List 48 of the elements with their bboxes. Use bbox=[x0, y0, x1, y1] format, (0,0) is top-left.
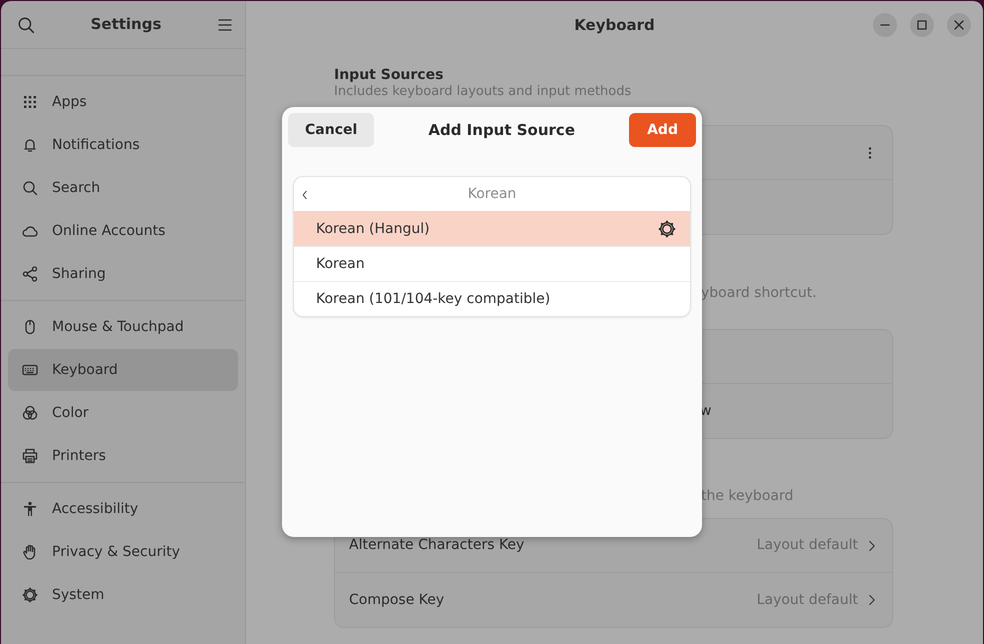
sidebar-item[interactable]: Apps bbox=[8, 81, 238, 123]
close-button[interactable] bbox=[947, 13, 971, 37]
gear-icon[interactable] bbox=[658, 220, 676, 238]
gear-icon bbox=[22, 587, 38, 603]
search-icon bbox=[22, 180, 38, 196]
sidebar-item[interactable]: Printers bbox=[8, 435, 238, 477]
sidebar-item[interactable]: Color bbox=[8, 392, 238, 434]
sidebar-item[interactable]: Notifications bbox=[8, 124, 238, 166]
bell-icon bbox=[22, 137, 38, 153]
apps-grid-icon bbox=[22, 94, 38, 110]
search-icon[interactable] bbox=[17, 16, 35, 34]
color-circles-icon bbox=[22, 405, 38, 421]
row-label: Alternate Characters Key bbox=[349, 536, 524, 556]
sidebar-item[interactable]: Mouse & Touchpad bbox=[8, 306, 238, 348]
sidebar-title: Settings bbox=[90, 14, 162, 36]
add-button[interactable]: Add bbox=[629, 113, 696, 147]
row-value: Layout default bbox=[756, 536, 858, 556]
close-icon bbox=[954, 20, 964, 30]
page-title: Keyboard bbox=[574, 14, 655, 36]
source-item[interactable]: Korean (101/104-key compatible) bbox=[294, 281, 690, 316]
printer-icon bbox=[22, 448, 38, 464]
settings-row[interactable]: Compose Key Layout default bbox=[335, 573, 892, 628]
sidebar-item[interactable]: Keyboard bbox=[8, 349, 238, 391]
row-value: Layout default bbox=[756, 590, 858, 610]
source-item[interactable]: Korean (Hangul) bbox=[294, 211, 690, 246]
row-label: Compose Key bbox=[349, 590, 444, 610]
source-item[interactable]: Korean bbox=[294, 246, 690, 281]
accessibility-icon bbox=[22, 501, 38, 517]
list-title: Korean bbox=[468, 184, 516, 204]
sidebar-item[interactable]: Accessibility bbox=[8, 488, 238, 530]
section-description: yboard shortcut. bbox=[701, 284, 817, 304]
sidebar-item[interactable]: Sharing bbox=[8, 253, 238, 295]
section-description: Includes keyboard layouts and input methods bbox=[334, 84, 632, 100]
dialog-title: Add Input Source bbox=[428, 120, 575, 141]
menu-icon[interactable] bbox=[217, 16, 233, 32]
sidebar-item[interactable]: Privacy & Security bbox=[8, 531, 238, 573]
maximize-button[interactable] bbox=[910, 13, 934, 37]
sidebar-item[interactable]: Search bbox=[8, 167, 238, 209]
cancel-button[interactable]: Cancel bbox=[288, 113, 374, 147]
minimize-icon bbox=[880, 24, 890, 26]
section-description: the keyboard bbox=[701, 487, 794, 506]
hand-icon bbox=[22, 544, 38, 560]
sidebar-item[interactable]: System bbox=[8, 574, 238, 616]
maximize-icon bbox=[917, 20, 927, 30]
sidebar-item[interactable]: Online Accounts bbox=[8, 210, 238, 252]
section-heading: Input Sources bbox=[334, 67, 444, 84]
keyboard-icon bbox=[22, 362, 38, 378]
share-icon bbox=[22, 266, 38, 282]
